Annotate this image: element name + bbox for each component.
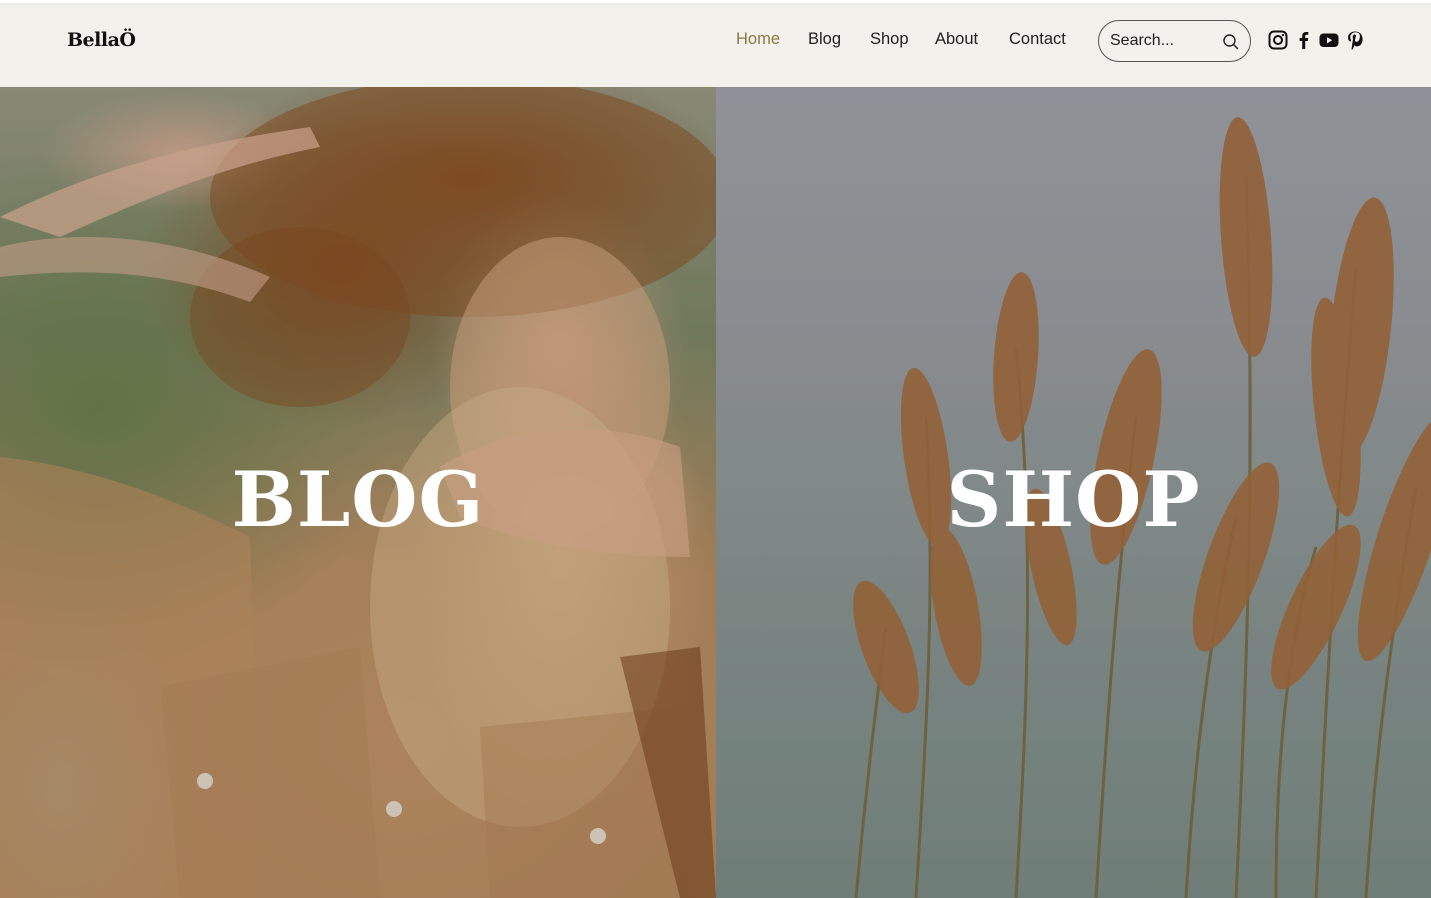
site-logo[interactable]: BellaÖ	[67, 29, 136, 51]
shop-panel[interactable]: SHOP	[716, 87, 1431, 898]
facebook-icon[interactable]	[1294, 30, 1314, 50]
youtube-icon[interactable]	[1319, 30, 1339, 50]
search-icon[interactable]	[1222, 33, 1240, 51]
blog-panel[interactable]: BLOG	[0, 87, 716, 898]
nav-shop[interactable]: Shop	[870, 30, 909, 49]
blog-title[interactable]: BLOG	[0, 462, 716, 538]
shop-title[interactable]: SHOP	[716, 462, 1431, 538]
instagram-icon[interactable]	[1268, 30, 1288, 50]
nav-blog[interactable]: Blog	[808, 30, 841, 49]
nav-home[interactable]: Home	[736, 30, 780, 49]
nav-contact[interactable]: Contact	[1009, 30, 1066, 49]
site-header: BellaÖ Home Blog Shop About Contact	[0, 3, 1431, 87]
search-input[interactable]	[1110, 31, 1215, 51]
nav-about[interactable]: About	[935, 30, 978, 49]
pinterest-icon[interactable]	[1345, 30, 1365, 50]
search-box	[1098, 20, 1251, 62]
